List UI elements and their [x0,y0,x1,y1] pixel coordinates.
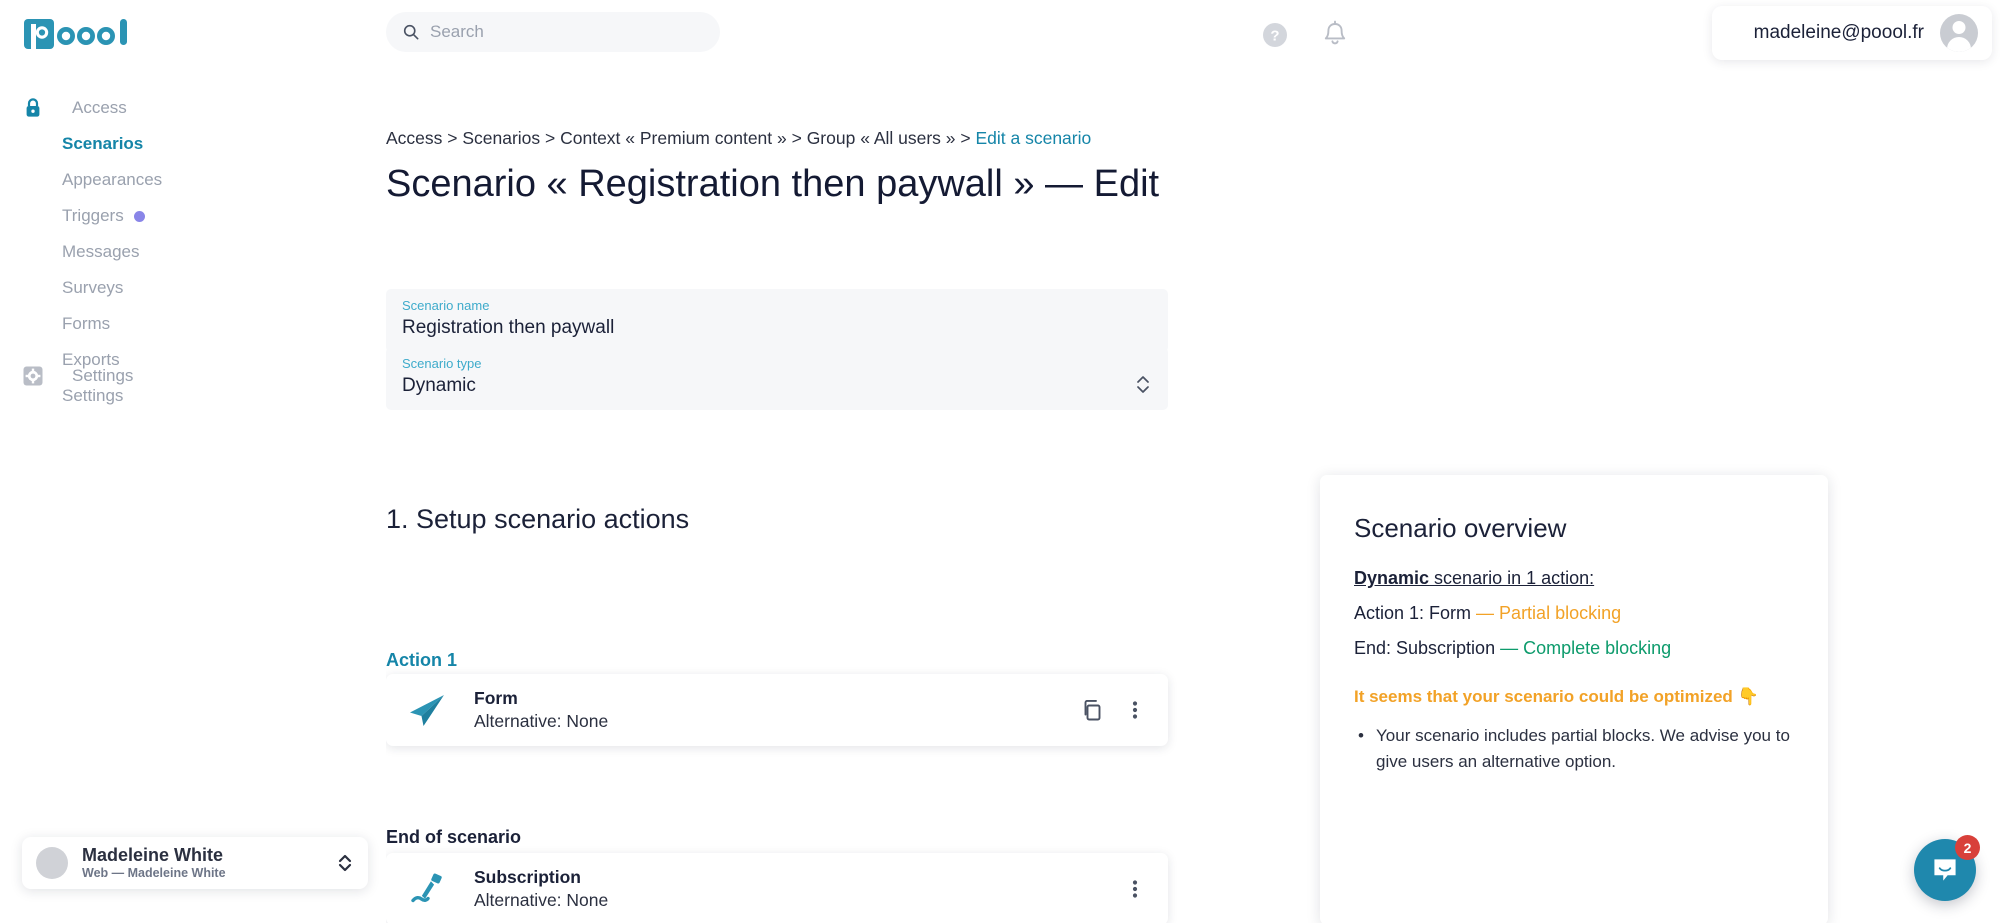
chevron-up-down-icon[interactable] [1134,371,1152,397]
sidebar-item-label: Appearances [62,170,163,189]
scenario-type-value: Dynamic [402,374,476,396]
svg-text:?: ? [1270,28,1279,45]
kebab-menu-icon[interactable] [1124,876,1146,902]
sidebar-item-triggers[interactable]: Triggers [62,198,386,234]
copy-icon[interactable] [1080,697,1106,723]
overview-action-status: — Partial blocking [1476,603,1622,623]
overview-summary-type: Dynamic [1354,568,1430,588]
triggers-notification-dot [133,210,145,222]
sidebar-item-label: Triggers [62,206,124,225]
overview-end-status: — Complete blocking [1500,638,1672,658]
top-bar: ? madeleine@poool.fr [0,0,2000,70]
breadcrumb: Access > Scenarios > Context « Premium c… [386,128,1091,149]
breadcrumb-current[interactable]: Edit a scenario [975,128,1091,148]
action-card-form[interactable]: Form Alternative: None [386,674,1168,746]
overview-title: Scenario overview [1354,513,1567,543]
workspace-subtitle: Web — Madeleine White [82,866,226,881]
sidebar-group-settings: Settings [0,358,386,394]
overview-advice-list: Your scenario includes partial blocks. W… [1354,723,1794,776]
overview-summary-rest: scenario in 1 action: [1429,568,1595,588]
workspace-switcher[interactable]: Madeleine White Web — Madeleine White [22,837,368,889]
action-card-alternative: Alternative: None [474,711,609,731]
kebab-menu-icon[interactable] [1124,697,1146,723]
user-avatar-icon [1940,14,1978,52]
main-content: Access > Scenarios > Context « Premium c… [386,70,2000,923]
overview-end-line: End: Subscription — Complete blocking [1354,638,1794,659]
section-title-setup-actions: 1. Setup scenario actions [386,504,690,534]
scenario-name-value[interactable]: Registration then paywall [402,315,1152,341]
scenario-type-label: Scenario type [402,356,482,371]
intercom-chat-button[interactable]: 2 [1914,835,1980,901]
sidebar-item-messages[interactable]: Messages [62,234,386,270]
scenario-name-field[interactable]: Scenario name Registration then paywall [386,289,1168,352]
breadcrumb-path: Access > Scenarios > Context « Premium c… [386,128,976,148]
sidebar-group-settings-header[interactable]: Settings [0,358,386,394]
app-root: ? madeleine@poool.fr [0,0,2000,923]
end-of-scenario-label: End of scenario [386,827,522,847]
action-card-alternative: Alternative: None [474,890,609,910]
poool-logo[interactable] [22,12,134,56]
action-1-label: Action 1 [386,650,458,670]
action-card-texts: Subscription Alternative: None [474,866,1124,912]
search-box[interactable] [386,12,720,52]
overview-summary-line: Dynamic scenario in 1 action: [1354,568,1794,589]
sidebar-item-surveys[interactable]: Surveys [62,270,386,306]
intercom-unread-badge: 2 [1955,835,1980,860]
help-icon[interactable]: ? [1262,22,1288,48]
scenario-type-select[interactable]: Scenario type Dynamic [386,347,1168,410]
workspace-name: Madeleine White [82,844,224,865]
sidebar-item-label: Forms [62,314,111,333]
page-title: Scenario « Registration then paywall » —… [386,163,1160,205]
action-card-texts: Form Alternative: None [474,687,1080,733]
overview-action-prefix: Action 1: Form [1354,603,1477,623]
sidebar-group-access-header[interactable]: Access [0,90,386,126]
scenario-overview-panel: Scenario overview Dynamic scenario in 1 … [1320,475,1828,923]
action-card-subscription[interactable]: Subscription Alternative: None [386,853,1168,923]
sidebar-item-scenarios[interactable]: Scenarios [62,126,386,162]
sidebar-item-forms[interactable]: Forms [62,306,386,342]
workspace-avatar-icon [36,847,68,879]
action-card-name: Form [474,688,518,709]
search-icon [402,23,420,41]
sidebar-item-appearances[interactable]: Appearances [62,162,386,198]
sidebar-group-access-label: Access [72,98,127,117]
overview-action-line: Action 1: Form — Partial blocking [1354,603,1794,624]
bell-icon[interactable] [1322,20,1348,50]
overview-optimization-warning: It seems that your scenario could be opt… [1354,687,1759,706]
chat-smile-icon [1934,859,1956,881]
workspace-texts: Madeleine White Web — Madeleine White [82,845,336,882]
paper-plane-icon [404,687,450,733]
chevron-up-down-icon [336,850,354,876]
scenario-name-label: Scenario name [402,298,490,313]
account-email: madeleine@poool.fr [1753,22,1924,43]
sidebar: Access Scenarios Appearances Triggers Me… [0,70,386,923]
pen-icon [404,866,450,912]
sidebar-item-label: Surveys [62,278,124,297]
search-input[interactable] [430,22,704,42]
overview-end-prefix: End: Subscription [1354,638,1501,658]
lock-icon [22,97,44,119]
action-card-name: Subscription [474,867,581,888]
list-item: Your scenario includes partial blocks. W… [1354,723,1794,776]
sidebar-item-label: Scenarios [62,134,144,153]
sidebar-item-label: Messages [62,242,140,261]
sidebar-group-settings-label: Settings [72,366,134,385]
account-menu[interactable]: madeleine@poool.fr [1712,6,1992,60]
gear-icon [22,365,44,387]
